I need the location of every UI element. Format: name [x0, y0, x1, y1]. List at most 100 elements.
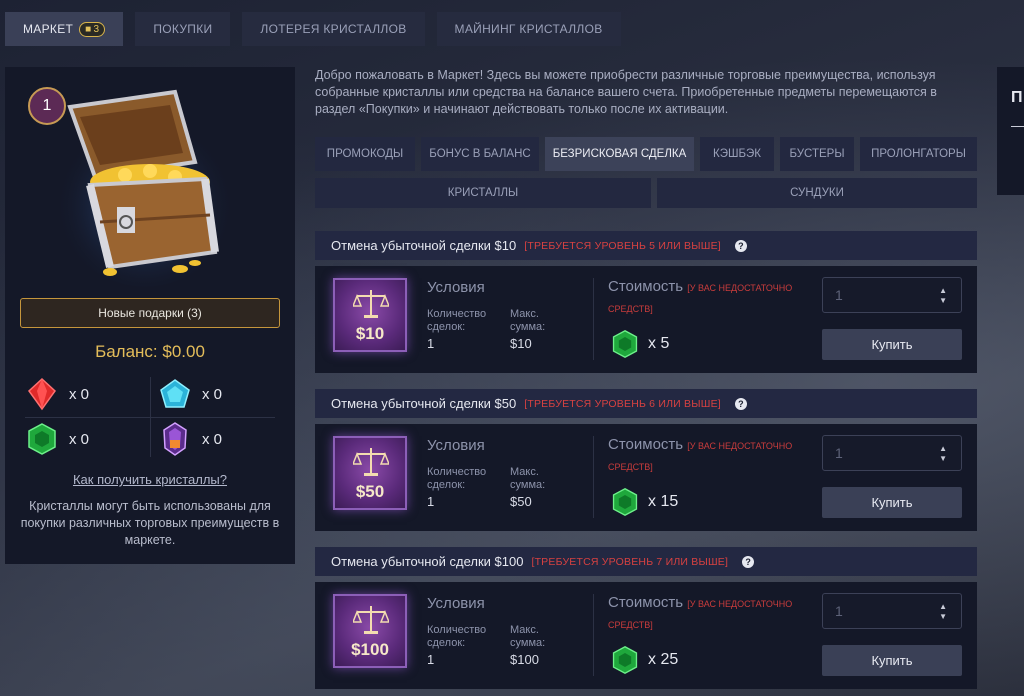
cost-label: Стоимость	[608, 278, 684, 295]
arrow-up-icon[interactable]: ▲	[939, 286, 947, 296]
quantity-input[interactable]: 1 ▲ ▼	[822, 277, 962, 313]
cost-warning-line1: [У ВАС НЕДОСТАТОЧНО	[687, 441, 793, 451]
deal-card: Отмена убыточной сделки $50 [ТРЕБУЕТСЯ У…	[315, 389, 977, 531]
subtab-chests[interactable]: СУНДУКИ	[657, 178, 977, 208]
balance: Баланс: $0.00	[95, 342, 205, 361]
subtab-boosters[interactable]: БУСТЕРЫ	[780, 137, 854, 171]
deal-header: Отмена убыточной сделки $10 [ТРЕБУЕТСЯ У…	[315, 231, 977, 260]
cost-amount: x 25	[648, 651, 679, 668]
quantity-input[interactable]: 1 ▲ ▼	[822, 435, 962, 471]
gem-counters: x 0 x 0 x 0 x 0	[20, 372, 280, 462]
deal-header: Отмена убыточной сделки $50 [ТРЕБУЕТСЯ У…	[315, 389, 977, 418]
quantity-stepper[interactable]: ▲ ▼	[939, 602, 947, 622]
card-divider	[593, 436, 594, 518]
deal-body: $50 Условия Количество сделок: Макс. сум…	[315, 424, 977, 531]
market-badge-count: 3	[93, 23, 100, 35]
cost-warning-line2: СРЕДСТВ]	[608, 462, 653, 472]
help-icon[interactable]: ?	[734, 397, 747, 410]
gem-blue: x 0	[158, 377, 222, 411]
gem-red: x 0	[25, 377, 89, 411]
market-badge: ■ 3	[79, 21, 106, 37]
card-divider	[593, 594, 594, 676]
max-amount-label: Макс. сумма:	[510, 466, 546, 491]
left-panel: 1 Новые подарки (3) Баланс: $0.00 x 0 x …	[5, 67, 295, 564]
gem-divider-horizontal	[25, 417, 275, 418]
deal-body: $10 Условия Количество сделок: Макс. сум…	[315, 266, 977, 373]
arrow-up-icon[interactable]: ▲	[939, 602, 947, 612]
quantity-input[interactable]: 1 ▲ ▼	[822, 593, 962, 629]
deal-requirement: [ТРЕБУЕТСЯ УРОВЕНЬ 5 ИЛИ ВЫШЕ]	[524, 239, 721, 252]
red-crystal-icon	[28, 377, 56, 411]
cost-label: Стоимость	[608, 594, 684, 611]
max-amount-value: $10	[510, 336, 532, 351]
how-to-get-crystals-link[interactable]: Как получить кристаллы?	[5, 472, 295, 487]
scales-icon	[353, 448, 389, 476]
subtab-riskless-trade[interactable]: БЕЗРИСКОВАЯ СДЕЛКА	[545, 137, 694, 171]
gift-icon: ■	[85, 23, 92, 35]
quantity-stepper[interactable]: ▲ ▼	[939, 444, 947, 464]
cost-warning-line1: [У ВАС НЕДОСТАТОЧНО	[687, 283, 793, 293]
top-tabs: МАРКЕТ ■ 3 ПОКУПКИ ЛОТЕРЕЯ КРИСТАЛЛОВ МА…	[5, 12, 621, 46]
cost-title: Стоимость [У ВАС НЕДОСТАТОЧНО СРЕДСТВ]	[608, 437, 798, 475]
deals-count-label: Количество сделок:	[427, 308, 487, 333]
gem-green-count: x 0	[69, 430, 90, 448]
deal-body: $100 Условия Количество сделок: Макс. су…	[315, 582, 977, 689]
deal-requirement: [ТРЕБУЕТСЯ УРОВЕНЬ 7 ИЛИ ВЫШЕ]	[531, 555, 729, 568]
deal-title: Отмена убыточной сделки $50	[331, 396, 517, 411]
gem-red-count: x 0	[69, 385, 90, 403]
deals-count-value: 1	[427, 652, 435, 667]
deal-amount: $50	[355, 482, 385, 501]
subtab-balance-bonus[interactable]: БОНУС В БАЛАНС	[421, 137, 539, 171]
tab-crystal-mining[interactable]: МАЙНИНГ КРИСТАЛЛОВ	[436, 12, 621, 46]
arrow-down-icon[interactable]: ▼	[939, 454, 947, 464]
deals-count-label: Количество сделок:	[427, 624, 487, 649]
right-side-panel: П	[997, 67, 1024, 195]
deal-header: Отмена убыточной сделки $100 [ТРЕБУЕТСЯ …	[315, 547, 977, 576]
arrow-down-icon[interactable]: ▼	[939, 296, 947, 306]
gem-blue-count: x 0	[202, 385, 223, 403]
deal-icon: $10	[333, 278, 407, 352]
gem-purple-count: x 0	[202, 430, 223, 448]
cost-warning-line2: СРЕДСТВ]	[608, 304, 653, 314]
cost-value: x 25	[610, 645, 678, 675]
subtab-crystals[interactable]: КРИСТАЛЛЫ	[315, 178, 651, 208]
quantity-stepper[interactable]: ▲ ▼	[939, 286, 947, 306]
level-badge: 1	[28, 87, 66, 125]
tab-purchases[interactable]: ПОКУПКИ	[135, 12, 231, 46]
tab-crystal-mining-label: МАЙНИНГ КРИСТАЛЛОВ	[454, 22, 603, 36]
new-gifts-button[interactable]: Новые подарки (3)	[20, 298, 280, 328]
cost-label: Стоимость	[608, 436, 684, 453]
tab-crystal-lottery[interactable]: ЛОТЕРЕЯ КРИСТАЛЛОВ	[242, 12, 425, 46]
cost-warning-line2: СРЕДСТВ]	[608, 620, 653, 630]
cost-warning-line1: [У ВАС НЕДОСТАТОЧНО	[687, 599, 793, 609]
right-panel-underline	[1011, 126, 1024, 127]
deal-icon: $50	[333, 436, 407, 510]
gem-purple: x 0	[158, 422, 222, 456]
buy-button[interactable]: Купить	[822, 645, 962, 676]
subtab-prolongators[interactable]: ПРОЛОНГАТОРЫ	[860, 137, 977, 171]
green-crystal-icon	[612, 646, 638, 674]
deals-count-value: 1	[427, 494, 435, 509]
deal-title: Отмена убыточной сделки $100	[331, 554, 524, 569]
conditions-title: Условия	[427, 437, 485, 454]
scales-icon	[353, 290, 389, 318]
tab-purchases-label: ПОКУПКИ	[153, 22, 213, 36]
tab-market[interactable]: МАРКЕТ ■ 3	[5, 12, 124, 46]
cost-value: x 5	[610, 329, 669, 359]
card-divider	[593, 278, 594, 360]
help-icon[interactable]: ?	[734, 239, 747, 252]
subtab-promocodes[interactable]: ПРОМОКОДЫ	[315, 137, 415, 171]
arrow-down-icon[interactable]: ▼	[939, 612, 947, 622]
arrow-up-icon[interactable]: ▲	[939, 444, 947, 454]
scales-icon	[353, 606, 389, 634]
quantity-value: 1	[835, 445, 843, 461]
buy-button[interactable]: Купить	[822, 329, 962, 360]
subtab-cashback[interactable]: КЭШБЭК	[700, 137, 774, 171]
gem-green: x 0	[25, 422, 89, 456]
buy-button[interactable]: Купить	[822, 487, 962, 518]
quantity-value: 1	[835, 603, 843, 619]
max-amount-label: Макс. сумма:	[510, 308, 546, 333]
max-amount-value: $100	[510, 652, 539, 667]
help-icon[interactable]: ?	[742, 555, 755, 568]
cost-amount: x 5	[648, 335, 670, 352]
